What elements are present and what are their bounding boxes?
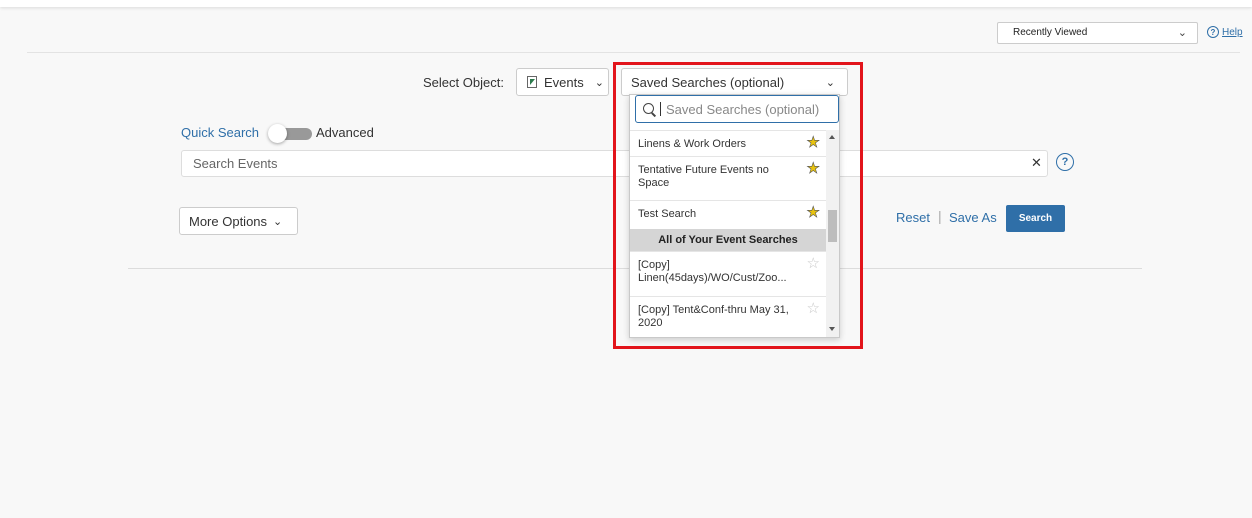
saved-search-item-label: [Copy] Tent&Conf-thru May 31, 2020 <box>638 304 789 329</box>
object-dropdown[interactable]: Events ⌄ <box>516 68 609 96</box>
saved-searches-panel: Saved Searches (optional) Linens & Work … <box>629 94 840 338</box>
recently-viewed-select[interactable]: Recently Viewed ⌄ <box>997 22 1198 44</box>
help-icon: ? <box>1207 26 1219 38</box>
search-button[interactable]: Search <box>1006 205 1065 232</box>
link-separator: | <box>938 208 942 224</box>
chevron-down-icon: ⌄ <box>273 215 283 228</box>
recently-viewed-label: Recently Viewed <box>1013 27 1088 38</box>
chevron-down-icon: ⌄ <box>1177 27 1187 39</box>
star-filled-icon[interactable]: ★ <box>806 161 820 177</box>
help-label: Help <box>1222 26 1243 38</box>
saved-searches-dropdown[interactable]: Saved Searches (optional) ⌄ <box>621 68 848 96</box>
text-caret <box>660 102 661 116</box>
saved-search-item-label: Test Search <box>638 208 697 220</box>
saved-search-item[interactable]: Linens & Work Orders ★ <box>630 130 826 156</box>
quick-search-label[interactable]: Quick Search <box>181 125 259 140</box>
toggle-knob <box>268 124 287 143</box>
search-icon <box>643 102 656 116</box>
chevron-down-icon: ⌄ <box>594 76 604 89</box>
search-mode-toggle[interactable] <box>268 124 312 143</box>
chevron-down-icon: ⌄ <box>825 77 835 89</box>
top-bar <box>0 0 1252 7</box>
events-icon <box>527 76 537 88</box>
saved-searches-search-input[interactable]: Saved Searches (optional) <box>635 95 839 123</box>
saved-search-item[interactable]: Tentative Future Events no Space ★ <box>630 156 826 200</box>
saved-search-item-label: Linens & Work Orders <box>638 138 747 150</box>
advanced-label[interactable]: Advanced <box>316 125 374 140</box>
star-filled-icon[interactable]: ★ <box>806 205 820 221</box>
help-link[interactable]: ? Help <box>1207 26 1243 38</box>
search-input[interactable] <box>181 150 1048 177</box>
saved-searches-group-header: All of Your Event Searches <box>630 229 826 251</box>
scroll-up-arrow-icon[interactable] <box>829 135 835 139</box>
scrollbar-thumb[interactable] <box>828 210 837 242</box>
scroll-down-arrow-icon[interactable] <box>829 327 835 331</box>
more-options-button[interactable]: More Options ⌄ <box>179 207 298 235</box>
saved-search-item[interactable]: Test Search ★ <box>630 200 826 229</box>
search-help-icon[interactable]: ? <box>1056 153 1074 171</box>
clear-icon[interactable]: ✕ <box>1031 155 1042 171</box>
star-filled-icon[interactable]: ★ <box>806 135 820 151</box>
star-outline-icon[interactable]: ☆ <box>807 301 820 316</box>
save-as-link[interactable]: Save As <box>949 210 997 225</box>
saved-search-item-label: [Copy] Linen(45days)/WO/Cust/Zoo... <box>638 259 787 284</box>
object-dropdown-label: Events <box>544 74 584 90</box>
star-outline-icon[interactable]: ☆ <box>807 256 820 271</box>
saved-search-item[interactable]: [Copy] Linen(45days)/WO/Cust/Zoo... ☆ <box>630 251 826 296</box>
saved-search-item-label: Tentative Future Events no Space <box>638 164 769 189</box>
more-options-label: More Options <box>189 213 268 229</box>
saved-search-item[interactable]: [Copy] Tent&Conf-thru May 31, 2020 ☆ <box>630 296 826 337</box>
saved-searches-search-placeholder: Saved Searches (optional) <box>666 101 820 117</box>
reset-link[interactable]: Reset <box>896 210 930 225</box>
select-object-label: Select Object: <box>423 75 504 90</box>
header-divider <box>27 52 1240 53</box>
saved-searches-list: Linens & Work Orders ★ Tentative Future … <box>630 130 826 337</box>
saved-searches-label: Saved Searches (optional) <box>631 75 785 90</box>
